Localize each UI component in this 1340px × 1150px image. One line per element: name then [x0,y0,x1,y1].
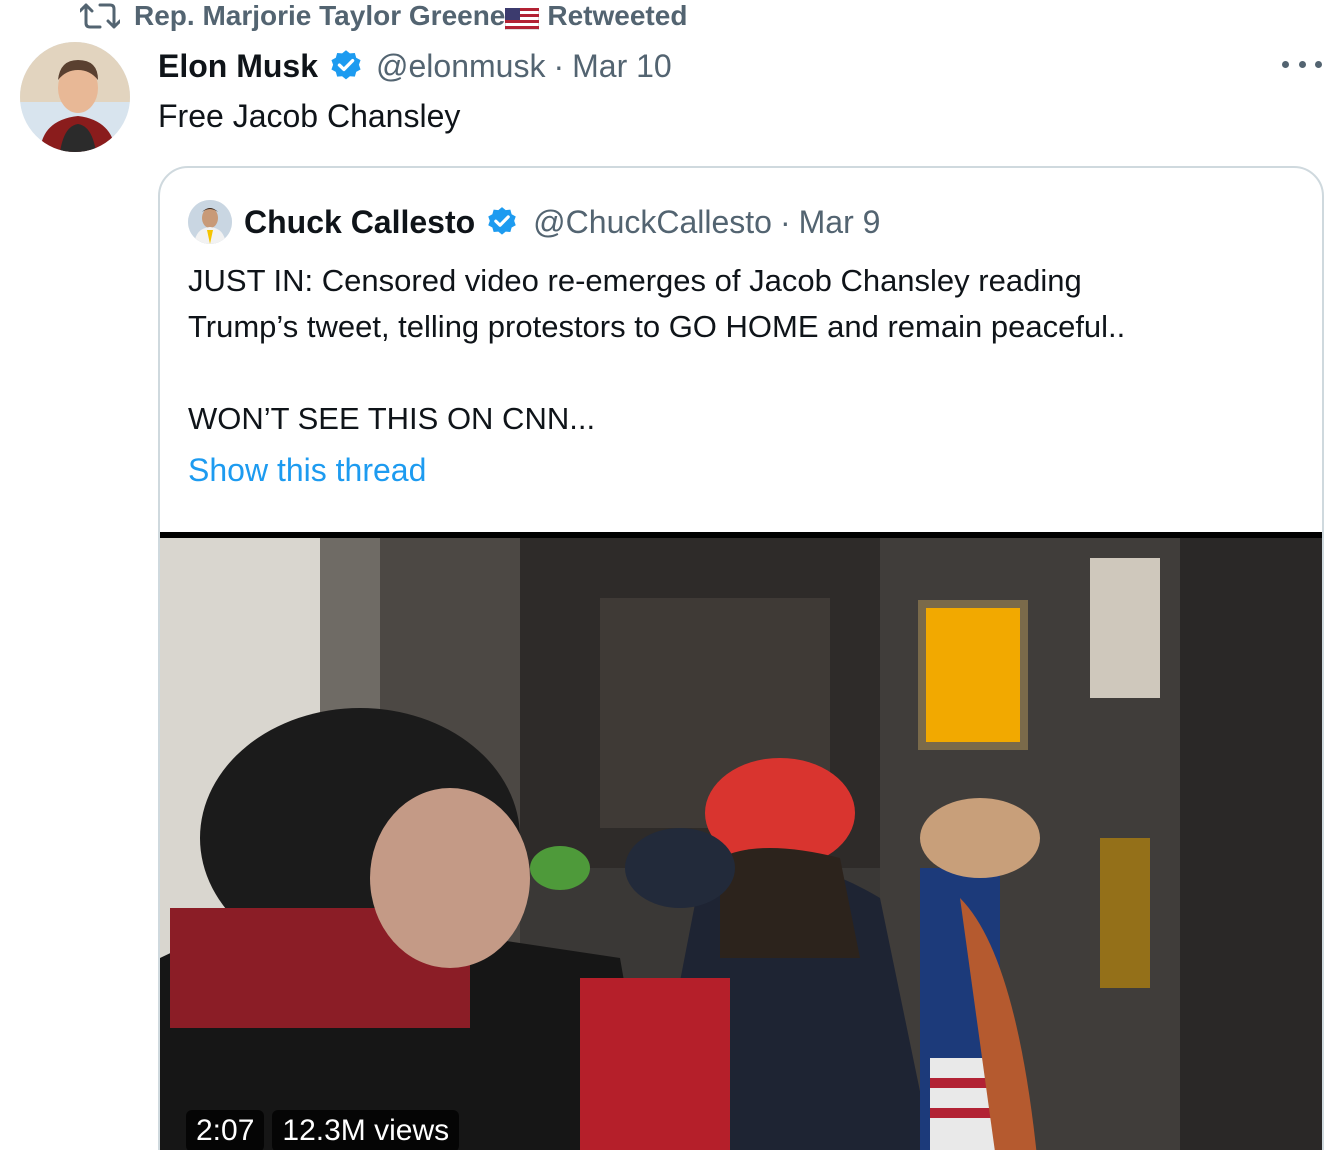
video-overlay: 2:07 12.3M views [186,1110,460,1150]
retweeted-label: Retweeted [547,0,688,31]
quoted-text-line: JUST IN: Censored video re-emerges of Ja… [188,263,1082,298]
us-flag-icon [504,5,540,31]
video-frame-image [160,538,1322,1150]
tweet-date[interactable]: Mar 10 [572,48,672,85]
separator-dot: · [553,47,565,84]
quoted-tweet-text: JUST IN: Censored video re-emerges of Ja… [188,258,1288,442]
video-views: 12.3M views [272,1110,460,1150]
quoted-avatar[interactable] [188,200,232,244]
quoted-tweet-header: Chuck Callesto @ChuckCallesto · Mar 9 [188,198,880,246]
retweeter-name[interactable]: Rep. Marjorie Taylor Greene [134,0,505,32]
verified-badge-icon [485,205,519,239]
quoted-date[interactable]: Mar 9 [799,204,881,241]
retweet-icon [80,1,120,31]
retweet-context: Rep. Marjorie Taylor Greene Retweeted [80,0,687,32]
show-thread-link[interactable]: Show this thread [188,452,426,489]
tweet-text: Free Jacob Chansley [158,98,461,134]
separator-dot: · [779,203,791,240]
quoted-handle[interactable]: @ChuckCallesto [533,204,772,241]
more-options-icon[interactable] [1282,52,1322,76]
quoted-text-line: Trump’s tweet, telling protestors to GO … [188,309,1126,344]
quoted-display-name[interactable]: Chuck Callesto [244,204,475,241]
quoted-tweet-card[interactable]: Chuck Callesto @ChuckCallesto · Mar 9 JU… [158,166,1324,1150]
video-player[interactable] [160,532,1322,1150]
verified-badge-icon [328,48,364,84]
tweet-header: Elon Musk @elonmusk · Mar 10 [158,44,672,88]
quoted-text-line: WON’T SEE THIS ON CNN... [188,401,596,436]
avatar[interactable] [20,42,130,152]
video-duration: 2:07 [186,1110,265,1150]
tweet-container: Rep. Marjorie Taylor Greene Retweeted El… [0,0,1340,1150]
display-name[interactable]: Elon Musk [158,48,318,85]
handle[interactable]: @elonmusk [376,48,545,85]
